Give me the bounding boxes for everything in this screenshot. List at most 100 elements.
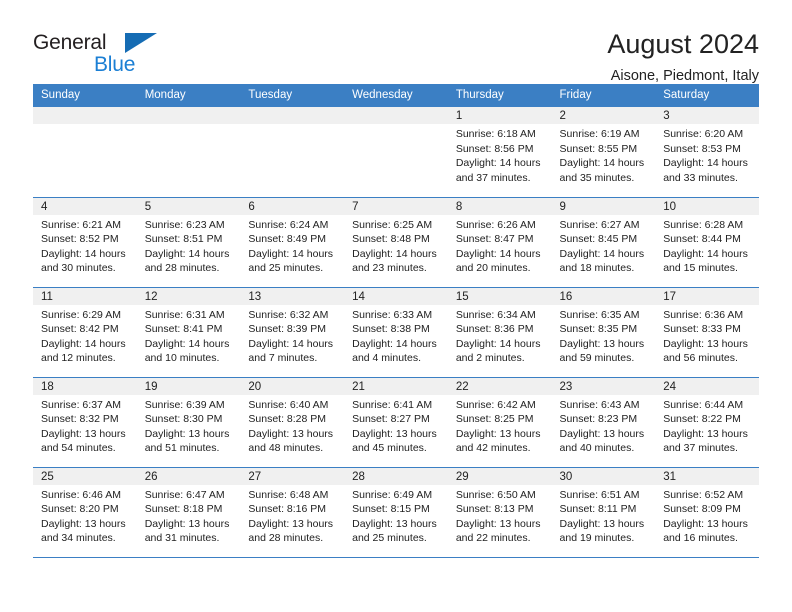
- calendar-header-row: Sunday Monday Tuesday Wednesday Thursday…: [33, 84, 759, 107]
- sunset-text: Sunset: 8:27 PM: [352, 413, 430, 426]
- sunrise-text: Sunrise: 6:52 AM: [663, 488, 744, 501]
- sunset-text: Sunset: 8:39 PM: [248, 323, 327, 336]
- day-number: 4: [33, 197, 137, 215]
- day-details: Sunrise: 6:49 AM Sunset: 8:15 PM Daylight:…: [344, 485, 448, 546]
- day-cell-inner: 7 Sunrise: 6:25 AM Sunset: 8:48 PM Daylight…: [344, 197, 448, 287]
- day-cell-inner: [344, 107, 448, 196]
- day-number: 11: [33, 287, 137, 305]
- calendar-day-cell[interactable]: 18 Sunrise: 6:37 AM Sunset: 8:32 PM Dayligh…: [33, 376, 137, 467]
- day-details: Sunrise: 6:29 AM Sunset: 8:42 PM Daylight:…: [33, 305, 137, 366]
- day-details: Sunrise: 6:24 AM Sunset: 8:49 PM Daylight:…: [240, 215, 344, 276]
- calendar-day-cell[interactable]: 11 Sunrise: 6:29 AM Sunset: 8:42 PM Dayligh…: [33, 286, 137, 377]
- calendar-page: General Blue August 2024 Aisone, Piedmon…: [0, 0, 792, 612]
- calendar-day-cell[interactable]: 7 Sunrise: 6:25 AM Sunset: 8:48 PM Daylight…: [344, 196, 448, 287]
- calendar-day-cell[interactable]: 24 Sunrise: 6:44 AM Sunset: 8:22 PM Dayligh…: [655, 376, 759, 467]
- sunrise-text: Sunrise: 6:43 AM: [559, 398, 640, 411]
- day-number: 6: [240, 197, 345, 215]
- sunset-text: Sunset: 8:20 PM: [41, 503, 119, 516]
- calendar-day-cell[interactable]: 29 Sunrise: 6:50 AM Sunset: 8:13 PM Dayligh…: [447, 466, 552, 557]
- calendar-day-cell[interactable]: 9 Sunrise: 6:27 AM Sunset: 8:45 PM Daylight…: [551, 196, 656, 287]
- sunset-text: Sunset: 8:23 PM: [559, 413, 638, 426]
- calendar-cell-empty: [344, 107, 448, 197]
- calendar-day-cell[interactable]: 14 Sunrise: 6:33 AM Sunset: 8:38 PM Dayligh…: [344, 286, 448, 377]
- sunrise-text: Sunrise: 6:34 AM: [455, 308, 536, 321]
- calendar-day-cell[interactable]: 12 Sunrise: 6:31 AM Sunset: 8:41 PM Dayligh…: [136, 286, 241, 377]
- day-details: Sunrise: 6:37 AM Sunset: 8:32 PM Daylight:…: [33, 395, 137, 456]
- day-number: 10: [655, 197, 759, 215]
- sunset-text: Sunset: 8:30 PM: [144, 413, 223, 426]
- calendar-day-cell[interactable]: 30 Sunrise: 6:51 AM Sunset: 8:11 PM Dayligh…: [551, 466, 656, 557]
- sunset-text: Sunset: 8:38 PM: [352, 323, 430, 336]
- calendar-day-cell[interactable]: 10 Sunrise: 6:28 AM Sunset: 8:44 PM Dayligh…: [655, 196, 759, 287]
- sunrise-text: Sunrise: 6:25 AM: [352, 218, 433, 231]
- sunrise-text: Sunrise: 6:18 AM: [455, 128, 536, 140]
- daylight-text: Daylight: 14 hours and 10 minutes.: [144, 337, 230, 365]
- day-number: 17: [655, 287, 759, 305]
- calendar-day-cell[interactable]: 1 Sunrise: 6:18 AM Sunset: 8:56 PM Daylight…: [447, 107, 552, 197]
- calendar-day-cell[interactable]: 28 Sunrise: 6:49 AM Sunset: 8:15 PM Dayligh…: [344, 466, 448, 557]
- day-number: 20: [240, 377, 345, 395]
- day-number: 8: [447, 197, 552, 215]
- sunset-text: Sunset: 8:42 PM: [41, 323, 119, 336]
- daylight-text: Daylight: 13 hours and 54 minutes.: [41, 427, 126, 455]
- sunset-text: Sunset: 8:13 PM: [455, 503, 534, 516]
- calendar-day-cell[interactable]: 8 Sunrise: 6:26 AM Sunset: 8:47 PM Daylight…: [447, 196, 552, 287]
- day-number: [33, 107, 137, 124]
- calendar-day-cell[interactable]: 15 Sunrise: 6:34 AM Sunset: 8:36 PM Dayligh…: [447, 286, 552, 377]
- calendar-day-cell[interactable]: 6 Sunrise: 6:24 AM Sunset: 8:49 PM Daylight…: [240, 196, 345, 287]
- daylight-text: Daylight: 13 hours and 45 minutes.: [352, 427, 437, 455]
- daylight-text: Daylight: 14 hours and 2 minutes.: [455, 337, 541, 365]
- sunset-text: Sunset: 8:32 PM: [41, 413, 119, 426]
- day-details: Sunrise: 6:35 AM Sunset: 8:35 PM Daylight:…: [552, 305, 656, 366]
- calendar-day-cell[interactable]: 13 Sunrise: 6:32 AM Sunset: 8:39 PM Dayligh…: [240, 286, 345, 377]
- calendar-day-cell[interactable]: 25 Sunrise: 6:46 AM Sunset: 8:20 PM Dayligh…: [33, 466, 137, 557]
- calendar-day-cell[interactable]: 31 Sunrise: 6:52 AM Sunset: 8:09 PM Dayligh…: [655, 466, 759, 557]
- calendar-day-cell[interactable]: 16 Sunrise: 6:35 AM Sunset: 8:35 PM Dayligh…: [551, 286, 656, 377]
- page-header: General Blue August 2024 Aisone, Piedmon…: [0, 0, 792, 84]
- sunset-text: Sunset: 8:47 PM: [455, 233, 534, 246]
- calendar-day-cell[interactable]: 26 Sunrise: 6:47 AM Sunset: 8:18 PM Dayligh…: [136, 466, 241, 557]
- calendar-day-cell[interactable]: 23 Sunrise: 6:43 AM Sunset: 8:23 PM Dayligh…: [551, 376, 656, 467]
- daylight-text: Daylight: 14 hours and 33 minutes.: [663, 157, 748, 184]
- day-details: Sunrise: 6:32 AM Sunset: 8:39 PM Daylight:…: [240, 305, 344, 366]
- calendar-week-row: 11 Sunrise: 6:29 AM Sunset: 8:42 PM Dayligh…: [33, 286, 759, 377]
- day-cell-inner: 19 Sunrise: 6:39 AM Sunset: 8:30 PM Dayligh…: [136, 377, 241, 467]
- daylight-text: Daylight: 13 hours and 22 minutes.: [455, 517, 541, 545]
- day-details: Sunrise: 6:20 AM Sunset: 8:53 PM Daylight:…: [655, 124, 759, 185]
- day-number: 12: [136, 287, 241, 305]
- calendar-day-cell[interactable]: 4 Sunrise: 6:21 AM Sunset: 8:52 PM Daylight…: [33, 196, 137, 287]
- calendar-day-cell[interactable]: 3 Sunrise: 6:20 AM Sunset: 8:53 PM Daylight…: [655, 107, 759, 197]
- calendar-day-cell[interactable]: 2 Sunrise: 6:19 AM Sunset: 8:55 PM Daylight…: [551, 107, 656, 197]
- daylight-text: Daylight: 13 hours and 37 minutes.: [663, 427, 748, 455]
- sunrise-text: Sunrise: 6:42 AM: [455, 398, 536, 411]
- sunrise-text: Sunrise: 6:49 AM: [352, 488, 433, 501]
- day-cell-inner: 6 Sunrise: 6:24 AM Sunset: 8:49 PM Daylight…: [240, 197, 345, 287]
- calendar-day-cell[interactable]: 5 Sunrise: 6:23 AM Sunset: 8:51 PM Daylight…: [136, 196, 241, 287]
- day-cell-inner: [240, 107, 345, 196]
- calendar-day-cell[interactable]: 27 Sunrise: 6:48 AM Sunset: 8:16 PM Dayligh…: [240, 466, 345, 557]
- calendar-cell-empty: [33, 107, 137, 197]
- day-number: 27: [240, 467, 345, 485]
- generalblue-logo[interactable]: General Blue: [33, 28, 163, 78]
- sunrise-text: Sunrise: 6:21 AM: [41, 218, 121, 231]
- day-details: Sunrise: 6:41 AM Sunset: 8:27 PM Daylight:…: [344, 395, 448, 456]
- calendar-day-cell[interactable]: 21 Sunrise: 6:41 AM Sunset: 8:27 PM Dayligh…: [344, 376, 448, 467]
- sunrise-text: Sunrise: 6:20 AM: [663, 128, 744, 140]
- calendar-day-cell[interactable]: 17 Sunrise: 6:36 AM Sunset: 8:33 PM Dayligh…: [655, 286, 759, 377]
- day-cell-inner: 10 Sunrise: 6:28 AM Sunset: 8:44 PM Dayligh…: [655, 197, 759, 287]
- sunset-text: Sunset: 8:15 PM: [352, 503, 430, 516]
- sunrise-text: Sunrise: 6:23 AM: [144, 218, 225, 231]
- calendar-day-cell[interactable]: 20 Sunrise: 6:40 AM Sunset: 8:28 PM Dayligh…: [240, 376, 345, 467]
- day-number: 3: [655, 107, 759, 124]
- weekday-header-monday: Monday: [136, 84, 241, 107]
- day-cell-inner: 26 Sunrise: 6:47 AM Sunset: 8:18 PM Dayligh…: [136, 467, 241, 557]
- calendar-day-cell[interactable]: 19 Sunrise: 6:39 AM Sunset: 8:30 PM Dayligh…: [136, 376, 241, 467]
- day-number: [344, 107, 448, 124]
- daylight-text: Daylight: 14 hours and 35 minutes.: [559, 157, 645, 184]
- day-cell-inner: 23 Sunrise: 6:43 AM Sunset: 8:23 PM Dayligh…: [551, 377, 656, 467]
- daylight-text: Daylight: 13 hours and 48 minutes.: [248, 427, 334, 455]
- day-number: 22: [447, 377, 552, 395]
- sunset-text: Sunset: 8:41 PM: [144, 323, 223, 336]
- day-details: Sunrise: 6:48 AM Sunset: 8:16 PM Daylight:…: [240, 485, 344, 546]
- calendar-day-cell[interactable]: 22 Sunrise: 6:42 AM Sunset: 8:25 PM Dayligh…: [447, 376, 552, 467]
